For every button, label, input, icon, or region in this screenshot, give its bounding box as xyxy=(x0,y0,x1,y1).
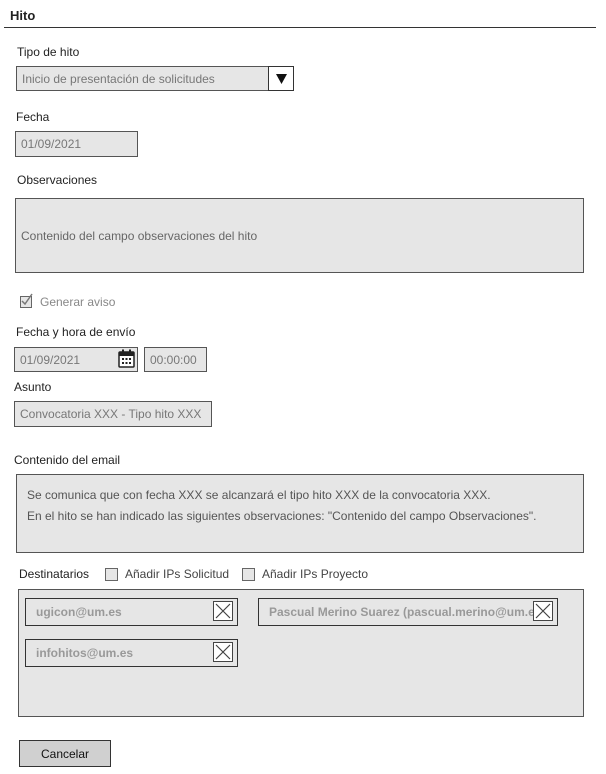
calendar-icon[interactable] xyxy=(118,349,135,368)
asunto-input[interactable]: Convocatoria XXX - Tipo hito XXX xyxy=(14,401,212,427)
recipient-email: Pascual Merino Suarez (pascual.merino@um… xyxy=(269,605,546,619)
checkmark-icon xyxy=(21,293,33,306)
tipo-hito-label: Tipo de hito xyxy=(17,45,80,59)
observaciones-label: Observaciones xyxy=(17,173,98,187)
observaciones-textarea[interactable]: Contenido del campo observaciones del hi… xyxy=(15,198,584,273)
fecha-input[interactable]: 01/09/2021 xyxy=(15,131,138,157)
dropdown-button[interactable] xyxy=(268,66,294,91)
recipient-email: ugicon@um.es xyxy=(36,605,122,619)
envio-time-input[interactable]: 00:00:00 xyxy=(144,347,207,372)
destinatarios-label: Destinatarios xyxy=(19,567,90,581)
cancel-button[interactable]: Cancelar xyxy=(19,740,111,767)
generar-aviso-label: Generar aviso xyxy=(40,295,116,309)
close-icon[interactable] xyxy=(213,601,233,621)
recipient-email: infohitos@um.es xyxy=(36,646,134,660)
asunto-label: Asunto xyxy=(14,380,52,394)
email-line-2: En el hito se han indicado las siguiente… xyxy=(27,509,537,523)
triangle-down-icon xyxy=(275,73,287,84)
close-icon[interactable] xyxy=(213,642,233,662)
title-divider xyxy=(4,27,596,28)
fecha-label: Fecha xyxy=(16,110,50,124)
close-icon[interactable] xyxy=(533,601,553,621)
envio-label: Fecha y hora de envío xyxy=(16,325,136,339)
add-ips-proyecto-checkbox[interactable] xyxy=(242,568,255,581)
add-ips-solicitud-checkbox[interactable] xyxy=(105,568,118,581)
observaciones-text: Contenido del campo observaciones del hi… xyxy=(21,228,258,243)
recipient-tag: infohitos@um.es xyxy=(25,639,238,667)
recipient-tag: Pascual Merino Suarez (pascual.merino@um… xyxy=(258,598,558,626)
add-ips-proyecto-label: Añadir IPs Proyecto xyxy=(262,567,369,581)
recipient-tag: ugicon@um.es xyxy=(25,598,238,626)
email-line-1: Se comunica que con fecha XXX se alcanza… xyxy=(27,488,491,502)
tipo-hito-select[interactable]: Inicio de presentación de solicitudes xyxy=(16,66,269,91)
contenido-email-textarea[interactable]: Se comunica que con fecha XXX se alcanza… xyxy=(16,474,584,553)
generar-aviso-checkbox[interactable] xyxy=(20,293,33,308)
add-ips-solicitud-label: Añadir IPs Solicitud xyxy=(125,567,230,581)
contenido-email-label: Contenido del email xyxy=(14,453,121,467)
page-title: Hito xyxy=(10,8,36,23)
